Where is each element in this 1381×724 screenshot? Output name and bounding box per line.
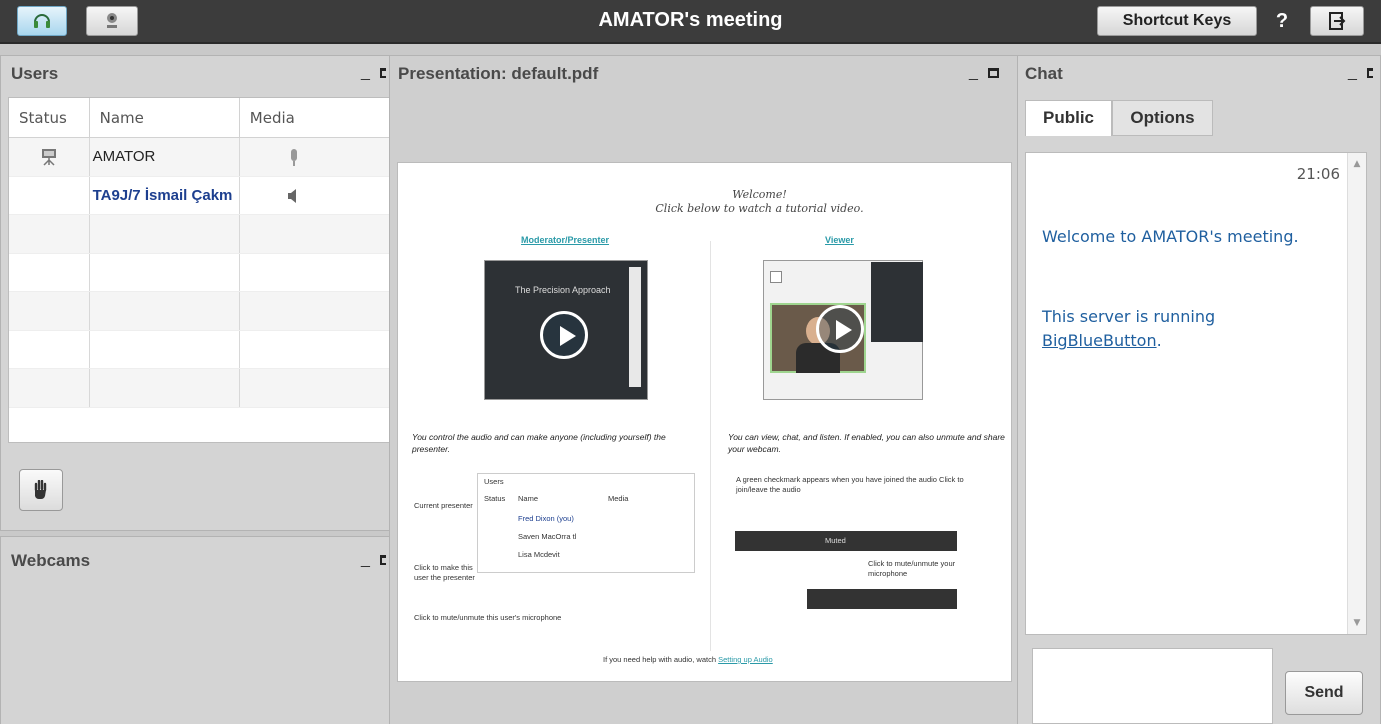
presentation-panel-title: Presentation: default.pdf [398,64,599,83]
thumb-sidebar [629,267,641,387]
welcome-subline: Click below to watch a tutorial video. [655,202,864,215]
users-panel-title: Users [11,64,59,83]
minimize-button[interactable]: _ [969,64,978,82]
user-name: AMATOR [90,138,240,176]
play-icon[interactable] [816,305,864,353]
presenter-icon[interactable] [41,148,57,166]
mini-row-name: Lisa Mcdevit [518,550,560,559]
thumb-dark-panel [871,262,923,342]
tab-public[interactable]: Public [1025,100,1112,136]
mini-mic-bar-diagram [807,589,957,609]
presentation-slide: Welcome! Click below to watch a tutorial… [397,162,1012,682]
scroll-down-icon[interactable]: ▼ [1348,614,1366,632]
users-table: Status Name Media AMATOR TA9J/7 İsmail Ç… [8,97,390,443]
mini-col-media: Media [608,494,629,503]
chat-scrollbar[interactable]: ▲ ▼ [1347,153,1366,634]
bigbluebutton-link[interactable]: BigBlueButton [1042,331,1157,350]
moderator-heading[interactable]: Moderator/Presenter [521,235,609,245]
user-name: TA9J/7 İsmail Çakm [90,176,240,214]
slide-welcome: Welcome! Click below to watch a tutorial… [398,188,1011,216]
mini-muted-label: Muted [825,536,846,545]
webcam-icon [107,13,117,28]
speaker-icon[interactable] [286,187,300,205]
users-table-body: AMATOR TA9J/7 İsmail Çakm [9,138,389,408]
logout-button[interactable] [1310,6,1364,36]
slide-divider [710,241,711,651]
audio-help-text: If you need help with audio, watch Setti… [603,655,773,665]
table-row[interactable]: AMATOR [9,138,389,177]
scroll-up-icon[interactable]: ▲ [1348,155,1366,173]
audio-help-prefix: If you need help with audio, watch [603,655,716,664]
table-row [9,330,389,369]
raise-hand-button[interactable] [19,469,63,511]
column-header-name[interactable]: Name [90,98,240,137]
webcams-window-controls: _ [361,551,386,569]
chat-message: This server is running BigBlueButton. [1042,305,1215,353]
mini-row-name: Fred Dixon (you) [518,514,574,523]
maximize-button[interactable] [379,67,386,78]
viewer-video-thumbnail[interactable] [763,260,923,400]
table-row [9,253,389,292]
table-row[interactable]: TA9J/7 İsmail Çakm [9,176,389,215]
mini-users-diagram: Users Status Name Media Fred Dixon (you)… [477,473,695,573]
mute-user-label: Click to mute/unmute this user's microph… [414,613,562,622]
thumb-checkbox [770,271,782,283]
table-row [9,292,389,331]
welcome-line: Welcome! [732,188,787,201]
viewer-text: You can view, chat, and listen. If enabl… [728,432,1005,454]
hand-icon [34,480,47,499]
chat-message-area: 21:06 Welcome to AMATOR's meeting. This … [1025,152,1367,635]
mini-row-name: Saven MacOrra tl [518,532,577,541]
top-bar: AMATOR's meeting Shortcut Keys ? [0,0,1381,44]
mini-col-status: Status [484,494,506,503]
chat-window-controls: _ [1348,64,1373,82]
current-presenter-label: Current presenter [414,501,473,510]
help-button[interactable]: ? [1267,6,1297,36]
headset-icon [34,14,50,28]
join-audio-button[interactable] [17,6,67,36]
maximize-button[interactable] [1366,67,1373,78]
green-check-label: A green checkmark appears when you have … [736,475,964,494]
maximize-button[interactable] [379,554,386,565]
moderator-text: You control the audio and can make anyon… [412,432,666,454]
minimize-button[interactable]: _ [361,64,370,82]
audio-help-link[interactable]: Setting up Audio [718,655,773,664]
mute-mic-label: Click to mute/unmute your microphone [868,559,956,578]
table-row [9,215,389,254]
tab-options[interactable]: Options [1112,100,1213,136]
maximize-button[interactable] [987,67,999,78]
table-row [9,369,389,408]
make-presenter-label: Click to make this user the presenter [414,563,475,582]
chat-message: Welcome to AMATOR's meeting. [1042,227,1299,246]
thumb-caption: The Precision Approach [515,285,611,295]
chat-timestamp: 21:06 [1296,165,1340,183]
play-icon[interactable] [540,311,588,359]
users-window-controls: _ [361,64,386,82]
mini-toolbar-diagram: Muted [735,531,957,551]
webcams-panel: Webcams _ [0,536,393,724]
chat-panel-title: Chat [1025,64,1063,83]
mini-users-title: Users [484,477,504,486]
share-webcam-button[interactable] [86,6,138,36]
mini-col-name: Name [518,494,539,503]
moderator-video-thumbnail[interactable]: The Precision Approach [484,260,648,400]
send-button[interactable]: Send [1285,671,1363,715]
viewer-heading[interactable]: Viewer [825,235,854,245]
presentation-window-controls: _ [969,64,999,82]
users-table-header: Status Name Media [9,98,389,138]
webcams-panel-title: Webcams [11,551,91,570]
column-header-media[interactable]: Media [240,98,389,137]
shortcut-keys-button[interactable]: Shortcut Keys [1097,6,1257,36]
logout-icon [1329,12,1346,30]
microphone-icon[interactable] [289,148,299,168]
column-header-status[interactable]: Status [9,98,90,137]
chat-message-suffix: . [1156,331,1162,350]
minimize-button[interactable]: _ [361,551,370,569]
chat-message-text: This server is running [1042,307,1216,326]
chat-input[interactable] [1032,648,1273,724]
minimize-button[interactable]: _ [1348,64,1357,82]
